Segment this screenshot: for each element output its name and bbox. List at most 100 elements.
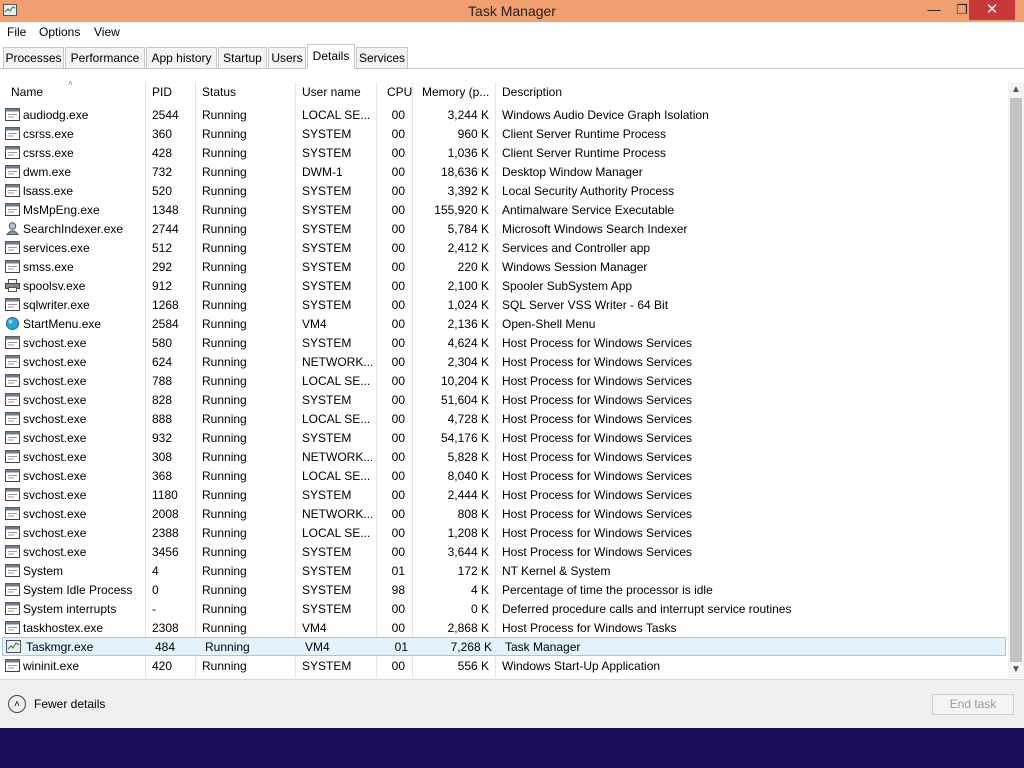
- process-icon: [5, 526, 20, 539]
- process-memory: 5,784 K: [447, 222, 489, 236]
- tab-users[interactable]: Users: [268, 47, 306, 68]
- tab-app-history[interactable]: App history: [146, 47, 217, 68]
- table-row[interactable]: MsMpEng.exe 1348 Running SYSTEM 00 155,920 K A…: [0, 200, 1008, 219]
- process-description: Host Process for Windows Services: [502, 469, 693, 483]
- process-cpu: 00: [391, 241, 405, 255]
- process-user-name: SYSTEM: [302, 203, 352, 217]
- tab-details[interactable]: Details: [307, 44, 355, 69]
- table-row[interactable]: System interrupts - Running SYSTEM 00 0 K Defe…: [0, 599, 1008, 618]
- scroll-down-button[interactable]: ▼: [1008, 662, 1024, 678]
- process-memory: 4 K: [470, 583, 489, 597]
- column-header-pid[interactable]: PID: [152, 85, 172, 99]
- tab-startup[interactable]: Startup: [218, 47, 267, 68]
- table-row[interactable]: csrss.exe 360 Running SYSTEM 00 960 K Client S…: [0, 124, 1008, 143]
- scrollbar-thumb[interactable]: [1010, 98, 1022, 662]
- table-row[interactable]: svchost.exe 624 Running NETWORK... 00 2,304 K…: [0, 352, 1008, 371]
- process-cpu: 00: [391, 602, 405, 616]
- menu-options[interactable]: Options: [39, 25, 80, 39]
- column-header-cpu[interactable]: CPU: [387, 85, 412, 99]
- table-row[interactable]: spoolsv.exe 912 Running SYSTEM 00 2,100 K Spoo…: [0, 276, 1008, 295]
- table-row[interactable]: System 4 Running SYSTEM 01 172 K NT Kernel & S…: [0, 561, 1008, 580]
- process-name: svchost.exe: [23, 374, 87, 388]
- process-user-name: VM4: [302, 621, 327, 635]
- table-row[interactable]: wininit.exe 420 Running SYSTEM 00 556 K Window…: [0, 656, 1008, 675]
- title-bar[interactable]: Task Manager — ❐ ✕: [0, 0, 1024, 22]
- table-row[interactable]: audiodg.exe 2544 Running LOCAL SE... 00 3,244…: [0, 105, 1008, 124]
- process-icon: [5, 127, 20, 140]
- table-row[interactable]: svchost.exe 2388 Running LOCAL SE... 00 1,208…: [0, 523, 1008, 542]
- process-pid: 368: [152, 469, 173, 483]
- column-header-description[interactable]: Description: [502, 85, 562, 99]
- process-cpu: 00: [391, 507, 405, 521]
- table-row[interactable]: StartMenu.exe 2584 Running VM4 00 2,136 K Open…: [0, 314, 1008, 333]
- table-row[interactable]: dwm.exe 732 Running DWM-1 00 18,636 K Desktop …: [0, 162, 1008, 181]
- process-status: Running: [202, 203, 247, 217]
- table-row[interactable]: svchost.exe 3456 Running SYSTEM 00 3,644 K Hos…: [0, 542, 1008, 561]
- process-cpu: 00: [391, 431, 405, 445]
- table-row[interactable]: Taskmgr.exe 484 Running VM4 01 7,268 K Task Ma…: [2, 637, 1006, 656]
- process-status: Running: [202, 260, 247, 274]
- process-user-name: LOCAL SE...: [302, 469, 371, 483]
- fewer-details-link[interactable]: Fewer details: [34, 697, 105, 711]
- table-row[interactable]: System Idle Process 0 Running SYSTEM 98 4 K Pe…: [0, 580, 1008, 599]
- table-row[interactable]: svchost.exe 2008 Running NETWORK... 00 808 K H…: [0, 504, 1008, 523]
- process-icon: [5, 431, 20, 444]
- process-status: Running: [202, 222, 247, 236]
- table-row[interactable]: lsass.exe 520 Running SYSTEM 00 3,392 K Local …: [0, 181, 1008, 200]
- process-cpu: 00: [391, 127, 405, 141]
- table-row[interactable]: smss.exe 292 Running SYSTEM 00 220 K Windows S…: [0, 257, 1008, 276]
- table-row[interactable]: svchost.exe 828 Running SYSTEM 00 51,604 K Hos…: [0, 390, 1008, 409]
- process-name: smss.exe: [23, 260, 74, 274]
- table-row[interactable]: svchost.exe 888 Running LOCAL SE... 00 4,728 …: [0, 409, 1008, 428]
- tab-processes[interactable]: Processes: [3, 47, 64, 68]
- process-name: svchost.exe: [23, 545, 87, 559]
- table-row[interactable]: taskhostex.exe 2308 Running VM4 00 2,868 K Hos…: [0, 618, 1008, 637]
- column-header-memory[interactable]: Memory (p...: [422, 85, 489, 99]
- end-task-button[interactable]: End task: [932, 694, 1014, 715]
- process-status: Running: [202, 507, 247, 521]
- table-row[interactable]: csrss.exe 428 Running SYSTEM 00 1,036 K Client…: [0, 143, 1008, 162]
- process-name: spoolsv.exe: [23, 279, 86, 293]
- process-memory: 960 K: [457, 127, 489, 141]
- table-row[interactable]: svchost.exe 1180 Running SYSTEM 00 2,444 K Hos…: [0, 485, 1008, 504]
- menu-view[interactable]: View: [94, 25, 120, 39]
- tab-services[interactable]: Services: [356, 47, 408, 68]
- column-header-name[interactable]: Name: [11, 85, 43, 99]
- scroll-up-button[interactable]: ▲: [1008, 82, 1024, 98]
- process-icon: [5, 469, 20, 482]
- minimize-button[interactable]: —: [920, 0, 948, 20]
- shell-icon: [5, 317, 20, 330]
- process-icon: [5, 355, 20, 368]
- process-icon: [5, 488, 20, 501]
- table-row[interactable]: services.exe 512 Running SYSTEM 00 2,412 K Ser…: [0, 238, 1008, 257]
- process-cpu: 00: [391, 222, 405, 236]
- table-row[interactable]: SearchIndexer.exe 2744 Running SYSTEM 00 5,78…: [0, 219, 1008, 238]
- menu-file[interactable]: File: [7, 25, 26, 39]
- fewer-details-icon[interactable]: ˄: [8, 695, 26, 713]
- table-row[interactable]: svchost.exe 788 Running LOCAL SE... 00 10,204…: [0, 371, 1008, 390]
- process-status: Running: [202, 317, 247, 331]
- process-name: svchost.exe: [23, 526, 87, 540]
- window-title: Task Manager: [468, 3, 556, 19]
- process-name: taskhostex.exe: [23, 621, 104, 635]
- process-pid: 2544: [152, 108, 179, 122]
- table-row[interactable]: svchost.exe 932 Running SYSTEM 00 54,176 K Hos…: [0, 428, 1008, 447]
- process-user-name: SYSTEM: [302, 564, 352, 578]
- tab-strip: Processes Performance App history Startu…: [0, 43, 1024, 69]
- process-description: Antimalware Service Executable: [502, 203, 675, 217]
- table-row[interactable]: sqlwriter.exe 1268 Running SYSTEM 00 1,024 K S…: [0, 295, 1008, 314]
- table-row[interactable]: svchost.exe 308 Running NETWORK... 00 5,828 K…: [0, 447, 1008, 466]
- column-header-user-name[interactable]: User name: [302, 85, 361, 99]
- process-list[interactable]: audiodg.exe 2544 Running LOCAL SE... 00 3,244…: [0, 105, 1008, 678]
- process-name: StartMenu.exe: [23, 317, 102, 331]
- close-button[interactable]: ✕: [969, 0, 1015, 20]
- process-pid: 2388: [152, 526, 179, 540]
- tab-performance[interactable]: Performance: [65, 47, 145, 68]
- process-description: Host Process for Windows Services: [502, 431, 693, 445]
- table-row[interactable]: svchost.exe 580 Running SYSTEM 00 4,624 K Host…: [0, 333, 1008, 352]
- table-row[interactable]: svchost.exe 368 Running LOCAL SE... 00 8,040 …: [0, 466, 1008, 485]
- column-header-status[interactable]: Status: [202, 85, 236, 99]
- process-cpu: 00: [391, 393, 405, 407]
- process-pid: 420: [152, 659, 173, 673]
- process-user-name: LOCAL SE...: [302, 526, 371, 540]
